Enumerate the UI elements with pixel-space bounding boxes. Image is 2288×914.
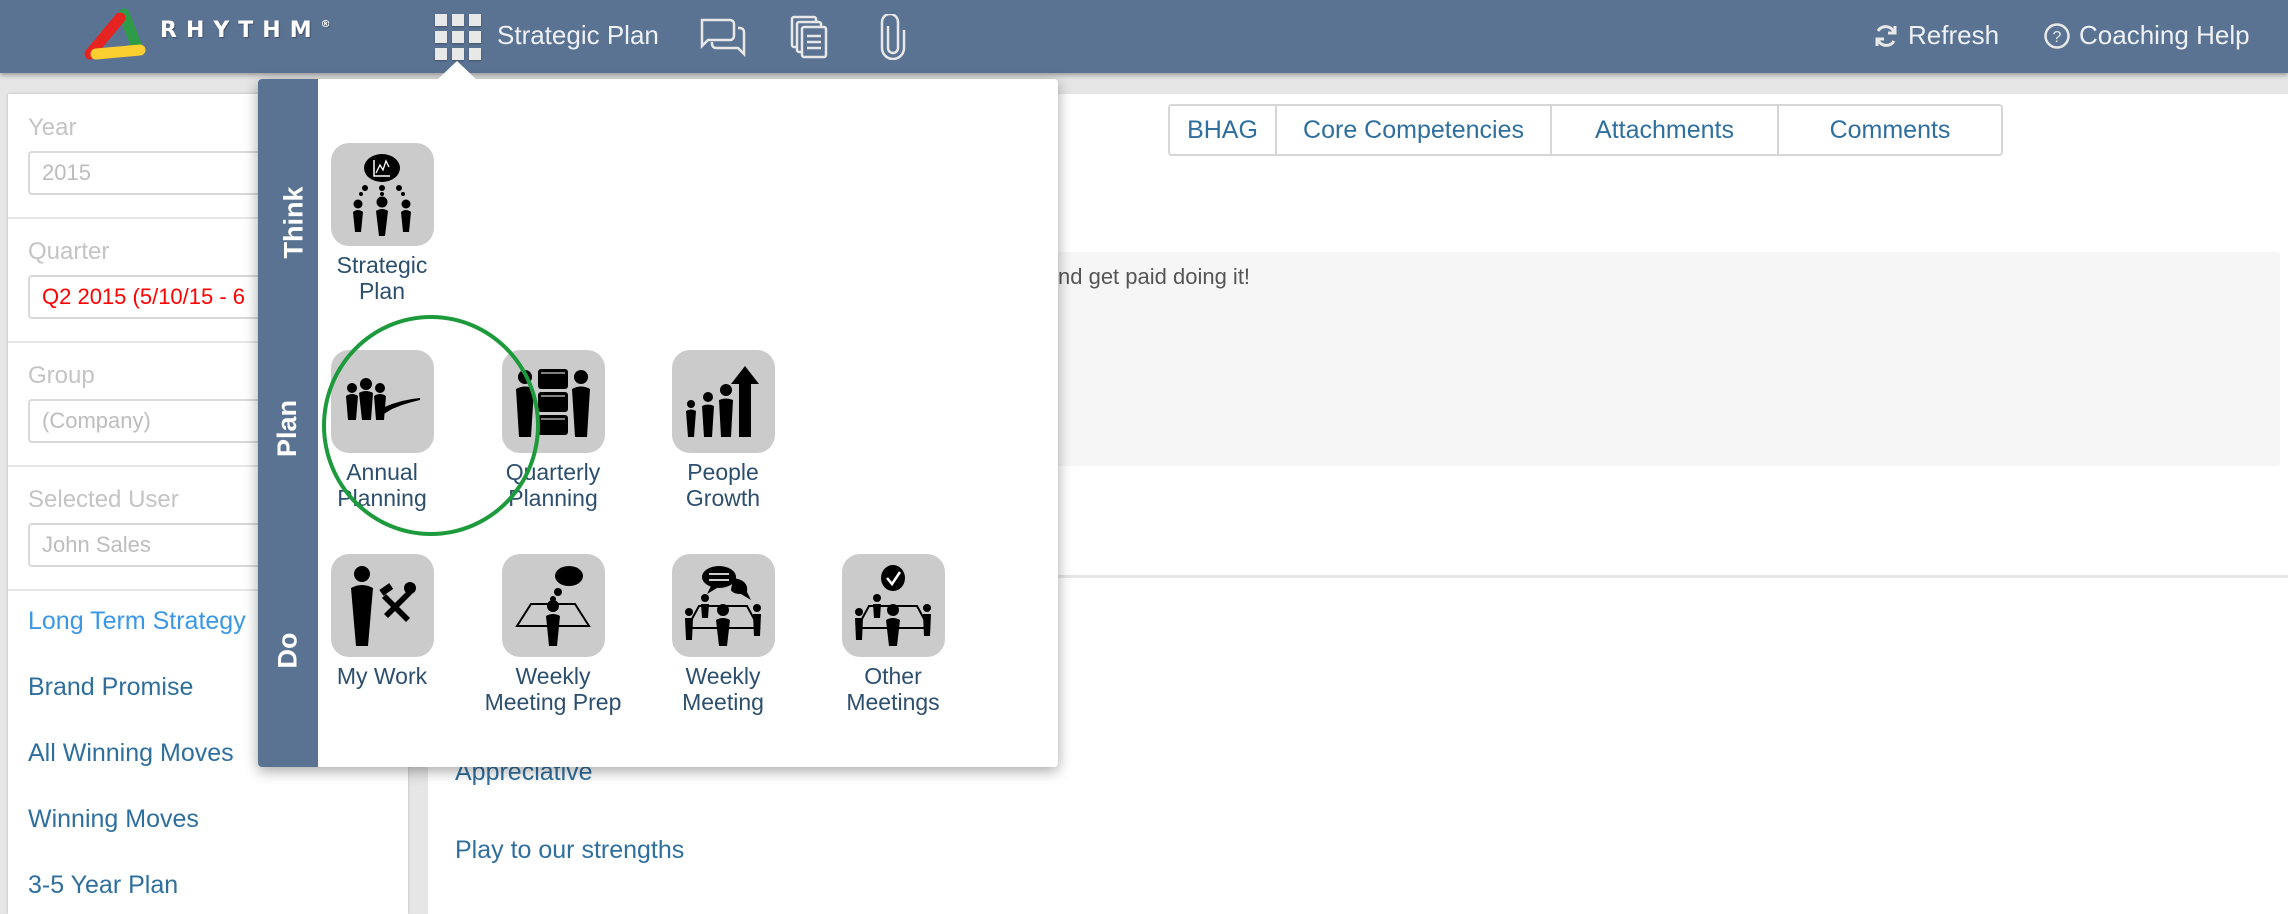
nav-all-winning-moves[interactable]: All Winning Moves xyxy=(28,739,234,768)
current-app-title[interactable]: Strategic Plan xyxy=(497,20,659,51)
app-annual-planning[interactable]: Annual Planning xyxy=(297,350,467,511)
people-growth-icon xyxy=(671,350,775,453)
other-meetings-icon xyxy=(841,554,945,657)
apps-grid-icon[interactable] xyxy=(435,14,481,60)
app-other-meetings[interactable]: Other Meetings xyxy=(808,554,978,715)
strategic-plan-icon xyxy=(330,143,434,246)
section-tabs: BHAG Core Competencies Attachments Comme… xyxy=(1168,104,2003,156)
tab-core-competencies[interactable]: Core Competencies xyxy=(1275,106,1550,154)
app-label: Strategic Plan xyxy=(336,252,428,304)
app-menu-popup: Think Plan Do Strategic Plan Annual Plan… xyxy=(258,79,1058,767)
selected-user-label: Selected User xyxy=(28,486,179,513)
paperclip-icon[interactable] xyxy=(868,14,918,60)
tab-comments[interactable]: Comments xyxy=(1777,106,2001,154)
core-value-item[interactable]: Play to our strengths xyxy=(455,836,684,865)
app-label: My Work xyxy=(336,663,428,689)
group-label: Group xyxy=(28,362,95,389)
top-nav-bar: RHYTHM® Strategic Plan Refresh ? Coachin… xyxy=(0,0,2288,73)
quarter-label: Quarter xyxy=(28,238,110,265)
nav-winning-moves[interactable]: Winning Moves xyxy=(28,805,199,834)
nav-brand-promise[interactable]: Brand Promise xyxy=(28,673,193,702)
quarterly-planning-icon xyxy=(501,350,605,453)
app-weekly-meeting-prep[interactable]: Weekly Meeting Prep xyxy=(468,554,638,715)
popup-pointer xyxy=(437,61,477,80)
app-label: Quarterly Planning xyxy=(505,459,601,511)
rhythm-logo-icon[interactable] xyxy=(80,6,148,62)
year-label: Year xyxy=(28,114,77,141)
help-icon: ? xyxy=(2044,22,2070,49)
brand-text: RHYTHM xyxy=(160,18,321,43)
app-label: People Growth xyxy=(685,459,761,511)
refresh-icon xyxy=(1875,24,1897,47)
weekly-meeting-icon xyxy=(671,554,775,657)
app-label: Weekly Meeting Prep xyxy=(484,663,622,715)
app-strategic-plan[interactable]: Strategic Plan xyxy=(297,143,467,304)
my-work-icon xyxy=(330,554,434,657)
app-label: Annual Planning xyxy=(337,459,427,511)
comments-icon[interactable] xyxy=(698,14,748,60)
app-label: Weekly Meeting xyxy=(682,663,764,715)
coaching-help-button[interactable]: ? Coaching Help xyxy=(2043,20,2250,51)
app-weekly-meeting[interactable]: Weekly Meeting xyxy=(638,554,808,715)
refresh-button[interactable]: Refresh xyxy=(1872,20,1999,51)
app-people-growth[interactable]: People Growth xyxy=(638,350,808,511)
registered-mark: ® xyxy=(320,18,331,30)
purpose-text: nd get paid doing it! xyxy=(1058,264,1251,289)
app-label: Other Meetings xyxy=(846,663,940,715)
svg-text:?: ? xyxy=(2053,29,2062,46)
coaching-help-label: Coaching Help xyxy=(2079,20,2250,50)
refresh-label: Refresh xyxy=(1908,20,2000,50)
weekly-meeting-prep-icon xyxy=(501,554,605,657)
tab-bhag[interactable]: BHAG xyxy=(1170,106,1275,154)
nav-3-5-year-plan[interactable]: 3-5 Year Plan xyxy=(28,871,178,900)
documents-icon[interactable] xyxy=(788,14,838,60)
annual-planning-icon xyxy=(330,350,434,453)
app-quarterly-planning[interactable]: Quarterly Planning xyxy=(468,350,638,511)
nav-long-term-strategy[interactable]: Long Term Strategy xyxy=(28,607,246,636)
tab-attachments[interactable]: Attachments xyxy=(1550,106,1777,154)
app-my-work[interactable]: My Work xyxy=(297,554,467,689)
brand-name: RHYTHM® xyxy=(160,18,331,43)
